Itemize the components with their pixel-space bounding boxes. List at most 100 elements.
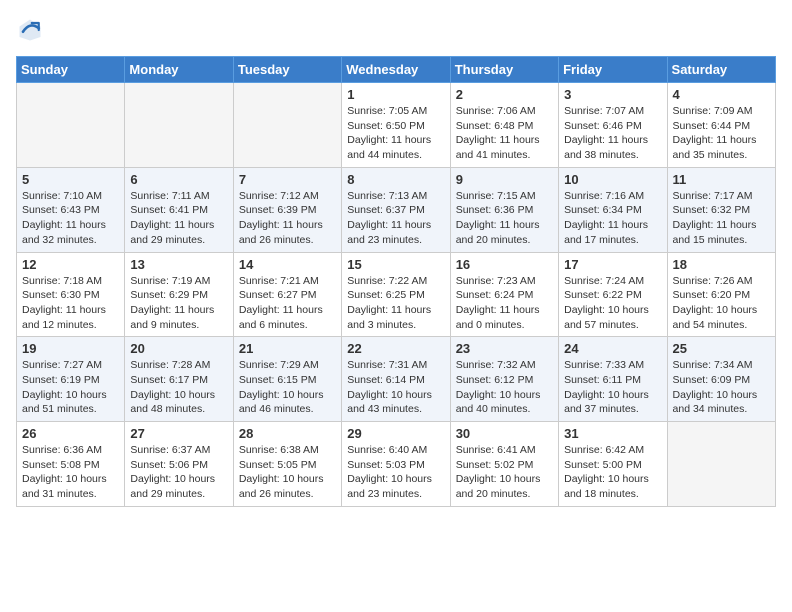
day-info: Sunrise: 7:29 AM Sunset: 6:15 PM Dayligh… [239,358,336,417]
day-number: 13 [130,257,227,272]
day-info: Sunrise: 7:28 AM Sunset: 6:17 PM Dayligh… [130,358,227,417]
day-number: 22 [347,341,444,356]
week-row-1: 1Sunrise: 7:05 AM Sunset: 6:50 PM Daylig… [17,83,776,168]
calendar-cell: 15 Sunrise: 7:22 AM Sunset: 6:25 PM Dayli… [342,252,450,337]
col-header-friday: Friday [559,57,667,83]
day-info: Sunrise: 7:11 AM Sunset: 6:41 PM Dayligh… [130,189,227,248]
day-number: 31 [564,426,661,441]
day-number: 27 [130,426,227,441]
day-info: Sunrise: 7:13 AM Sunset: 6:37 PM Dayligh… [347,189,444,248]
day-info: Sunrise: 7:17 AM Sunset: 6:32 PM Dayligh… [673,189,770,248]
col-header-saturday: Saturday [667,57,775,83]
day-number: 10 [564,172,661,187]
calendar-table: SundayMondayTuesdayWednesdayThursdayFrid… [16,56,776,507]
calendar-cell: 3 Sunrise: 7:07 AM Sunset: 6:46 PM Daylig… [559,83,667,168]
logo [16,16,48,44]
day-number: 15 [347,257,444,272]
calendar-cell: 6Sunrise: 7:11 AM Sunset: 6:41 PM Daylig… [125,167,233,252]
calendar-cell: 14Sunrise: 7:21 AM Sunset: 6:27 PM Dayli… [233,252,341,337]
day-info: Sunrise: 7:06 AM Sunset: 6:48 PM Dayligh… [456,104,553,163]
day-number: 25 [673,341,770,356]
col-header-wednesday: Wednesday [342,57,450,83]
calendar-cell: 26 Sunrise: 6:36 AM Sunset: 5:08 PM Dayli… [17,422,125,507]
calendar-cell: 11 Sunrise: 7:17 AM Sunset: 6:32 PM Dayli… [667,167,775,252]
calendar-cell: 20 Sunrise: 7:28 AM Sunset: 6:17 PM Dayli… [125,337,233,422]
calendar-cell [667,422,775,507]
day-info: Sunrise: 7:22 AM Sunset: 6:25 PM Dayligh… [347,274,444,333]
day-number: 23 [456,341,553,356]
day-number: 9 [456,172,553,187]
calendar-cell: 10 Sunrise: 7:16 AM Sunset: 6:34 PM Dayli… [559,167,667,252]
page-header [16,16,776,44]
day-info: Sunrise: 7:27 AM Sunset: 6:19 PM Dayligh… [22,358,119,417]
day-info: Sunrise: 6:42 AM Sunset: 5:00 PM Dayligh… [564,443,661,502]
day-info: Sunrise: 6:40 AM Sunset: 5:03 PM Dayligh… [347,443,444,502]
day-number: 1 [347,87,444,102]
day-info: Sunrise: 7:23 AM Sunset: 6:24 PM Dayligh… [456,274,553,333]
calendar-cell: 19 Sunrise: 7:27 AM Sunset: 6:19 PM Dayli… [17,337,125,422]
day-number: 11 [673,172,770,187]
calendar-cell: 30Sunrise: 6:41 AM Sunset: 5:02 PM Dayli… [450,422,558,507]
calendar-cell: 13 Sunrise: 7:19 AM Sunset: 6:29 PM Dayli… [125,252,233,337]
col-header-tuesday: Tuesday [233,57,341,83]
day-number: 17 [564,257,661,272]
calendar-cell: 16 Sunrise: 7:23 AM Sunset: 6:24 PM Dayli… [450,252,558,337]
calendar-cell: 28 Sunrise: 6:38 AM Sunset: 5:05 PM Dayli… [233,422,341,507]
day-info: Sunrise: 7:19 AM Sunset: 6:29 PM Dayligh… [130,274,227,333]
calendar-cell: 9 Sunrise: 7:15 AM Sunset: 6:36 PM Daylig… [450,167,558,252]
day-info: Sunrise: 6:38 AM Sunset: 5:05 PM Dayligh… [239,443,336,502]
day-info: Sunrise: 7:24 AM Sunset: 6:22 PM Dayligh… [564,274,661,333]
day-number: 28 [239,426,336,441]
calendar-header-row: SundayMondayTuesdayWednesdayThursdayFrid… [17,57,776,83]
calendar-cell: 25 Sunrise: 7:34 AM Sunset: 6:09 PM Dayli… [667,337,775,422]
day-info: Sunrise: 7:26 AM Sunset: 6:20 PM Dayligh… [673,274,770,333]
day-info: Sunrise: 6:41 AM Sunset: 5:02 PM Dayligh… [456,443,553,502]
day-info: Sunrise: 7:16 AM Sunset: 6:34 PM Dayligh… [564,189,661,248]
day-info: Sunrise: 7:09 AM Sunset: 6:44 PM Dayligh… [673,104,770,163]
day-number: 24 [564,341,661,356]
calendar-cell: 18Sunrise: 7:26 AM Sunset: 6:20 PM Dayli… [667,252,775,337]
week-row-5: 26 Sunrise: 6:36 AM Sunset: 5:08 PM Dayli… [17,422,776,507]
logo-icon [16,16,44,44]
calendar-cell [17,83,125,168]
calendar-cell: 23Sunrise: 7:32 AM Sunset: 6:12 PM Dayli… [450,337,558,422]
day-info: Sunrise: 7:10 AM Sunset: 6:43 PM Dayligh… [22,189,119,248]
week-row-4: 19 Sunrise: 7:27 AM Sunset: 6:19 PM Dayli… [17,337,776,422]
calendar-cell: 24 Sunrise: 7:33 AM Sunset: 6:11 PM Dayli… [559,337,667,422]
day-number: 29 [347,426,444,441]
day-number: 7 [239,172,336,187]
day-number: 26 [22,426,119,441]
calendar-cell [125,83,233,168]
calendar-cell: 21 Sunrise: 7:29 AM Sunset: 6:15 PM Dayli… [233,337,341,422]
day-number: 16 [456,257,553,272]
day-number: 14 [239,257,336,272]
calendar-cell: 8 Sunrise: 7:13 AM Sunset: 6:37 PM Daylig… [342,167,450,252]
col-header-thursday: Thursday [450,57,558,83]
day-number: 5 [22,172,119,187]
calendar-cell: 1Sunrise: 7:05 AM Sunset: 6:50 PM Daylig… [342,83,450,168]
day-number: 4 [673,87,770,102]
calendar-cell: 12 Sunrise: 7:18 AM Sunset: 6:30 PM Dayli… [17,252,125,337]
calendar-cell: 22Sunrise: 7:31 AM Sunset: 6:14 PM Dayli… [342,337,450,422]
calendar-cell: 7 Sunrise: 7:12 AM Sunset: 6:39 PM Daylig… [233,167,341,252]
col-header-sunday: Sunday [17,57,125,83]
day-number: 12 [22,257,119,272]
day-info: Sunrise: 7:33 AM Sunset: 6:11 PM Dayligh… [564,358,661,417]
calendar-cell: 4 Sunrise: 7:09 AM Sunset: 6:44 PM Daylig… [667,83,775,168]
day-info: Sunrise: 7:34 AM Sunset: 6:09 PM Dayligh… [673,358,770,417]
day-info: Sunrise: 6:36 AM Sunset: 5:08 PM Dayligh… [22,443,119,502]
day-info: Sunrise: 7:07 AM Sunset: 6:46 PM Dayligh… [564,104,661,163]
calendar-cell: 2Sunrise: 7:06 AM Sunset: 6:48 PM Daylig… [450,83,558,168]
day-number: 20 [130,341,227,356]
day-number: 3 [564,87,661,102]
calendar-cell: 31 Sunrise: 6:42 AM Sunset: 5:00 PM Dayli… [559,422,667,507]
day-info: Sunrise: 7:15 AM Sunset: 6:36 PM Dayligh… [456,189,553,248]
day-number: 8 [347,172,444,187]
day-number: 21 [239,341,336,356]
week-row-3: 12 Sunrise: 7:18 AM Sunset: 6:30 PM Dayli… [17,252,776,337]
calendar-cell: 5 Sunrise: 7:10 AM Sunset: 6:43 PM Daylig… [17,167,125,252]
day-info: Sunrise: 7:18 AM Sunset: 6:30 PM Dayligh… [22,274,119,333]
day-number: 19 [22,341,119,356]
week-row-2: 5 Sunrise: 7:10 AM Sunset: 6:43 PM Daylig… [17,167,776,252]
day-info: Sunrise: 7:12 AM Sunset: 6:39 PM Dayligh… [239,189,336,248]
